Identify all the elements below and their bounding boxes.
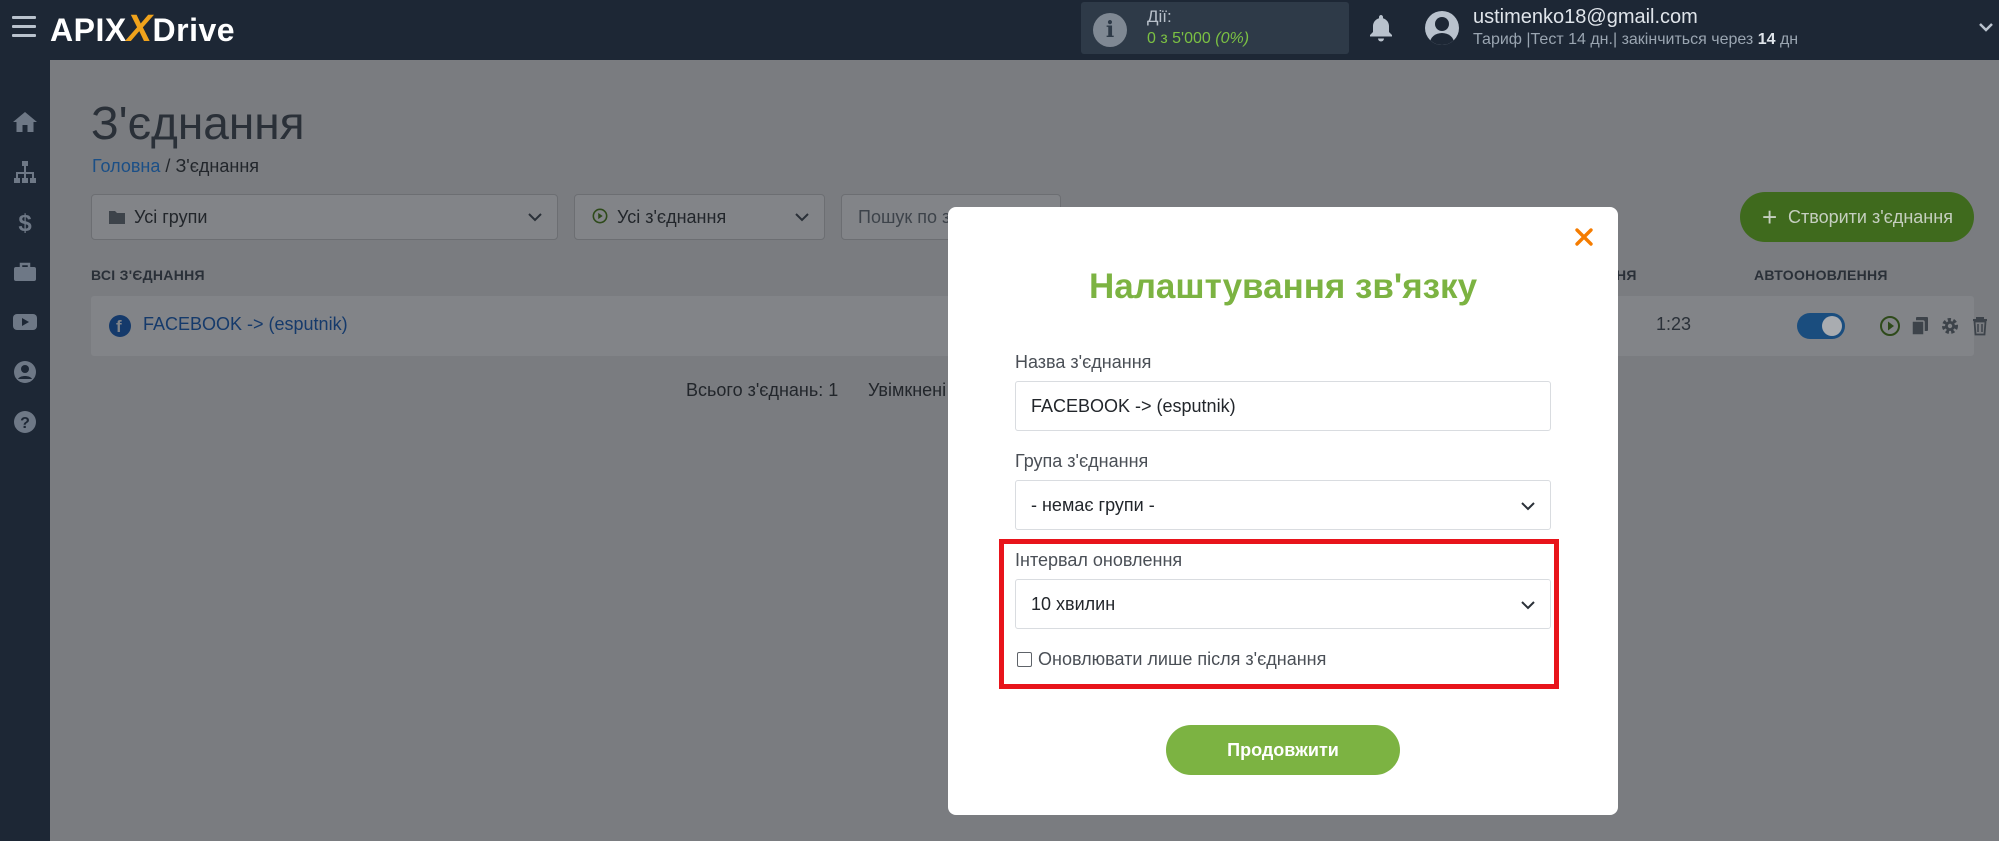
actions-value: 0 з 5'000 (0%) (1147, 30, 1249, 48)
connection-name-label: Назва з'єднання (1015, 352, 1152, 372)
gear-icon[interactable] (1939, 315, 1961, 337)
actions-count: 0 з 5'000 (1147, 30, 1211, 47)
user-plan: Тариф |Тест 14 дн.| закінчиться через 14… (1473, 31, 1798, 49)
column-header-all: ВСІ З'ЄДНАННЯ (91, 267, 205, 283)
actions-counter[interactable]: i Дії: 0 з 5'000 (0%) (1081, 2, 1349, 54)
chevron-down-icon[interactable] (1978, 18, 1994, 38)
breadcrumb-home-link[interactable]: Головна (92, 156, 160, 176)
search-placeholder: Пошук по з (858, 207, 951, 227)
logo-x: X (126, 8, 153, 50)
breadcrumb: Головна / З'єднання (92, 156, 259, 177)
user-email[interactable]: ustimenko18@gmail.com (1473, 6, 1698, 29)
chevron-down-icon (1521, 502, 1535, 511)
home-icon[interactable] (12, 109, 38, 135)
groups-filter-value: Усі групи (134, 207, 208, 227)
briefcase-icon[interactable] (12, 259, 38, 285)
create-connection-label: Створити з'єднання (1788, 207, 1953, 227)
logo[interactable]: APIXXDrive (50, 8, 235, 51)
column-header-autoupdate: АВТООНОВЛЕННЯ (1754, 267, 1888, 283)
dollar-icon[interactable]: $ (12, 209, 38, 235)
connection-settings-modal: Налаштування зв'язку Назва з'єднання Гру… (948, 207, 1618, 815)
plus-icon: + (1762, 202, 1778, 232)
connection-name-input[interactable] (1015, 381, 1551, 431)
user-avatar-icon[interactable] (1425, 11, 1459, 45)
groups-filter-select[interactable]: Усі групи (91, 194, 558, 240)
connection-group-value: - немає групи - (1031, 495, 1155, 515)
bell-icon[interactable] (1368, 13, 1394, 43)
chevron-down-icon (1521, 601, 1535, 610)
connection-group-select[interactable]: - немає групи - (1015, 480, 1551, 530)
plan-suffix: дн (1779, 31, 1799, 48)
connections-filter-select[interactable]: Усі з'єднання (574, 194, 825, 240)
play-icon[interactable] (1879, 315, 1901, 337)
autoupdate-toggle[interactable] (1797, 313, 1845, 339)
play-circle-icon (592, 208, 608, 224)
close-icon[interactable] (1574, 227, 1594, 247)
connection-update-time: 1:23 (1656, 314, 1692, 334)
youtube-icon[interactable] (12, 309, 38, 335)
connections-filter-value: Усі з'єднання (617, 207, 727, 227)
connection-group-label: Група з'єднання (1015, 451, 1149, 471)
copy-icon[interactable] (1909, 315, 1931, 337)
svg-text:$: $ (18, 210, 32, 235)
user-circle-icon[interactable] (12, 359, 38, 385)
breadcrumb-current: З'єднання (175, 156, 260, 176)
update-after-connection-checkbox[interactable] (1017, 652, 1032, 667)
logo-text-left: APIX (50, 12, 127, 48)
folder-icon (109, 211, 125, 224)
facebook-icon (109, 315, 131, 337)
trash-icon[interactable] (1969, 315, 1991, 337)
top-bar: APIXXDrive i Дії: 0 з 5'000 (0%) ustimen… (0, 0, 1999, 60)
menu-icon[interactable] (12, 16, 36, 38)
modal-title: Налаштування зв'язку (1088, 267, 1478, 306)
chevron-down-icon (528, 213, 542, 222)
info-icon: i (1093, 13, 1127, 47)
chevron-down-icon (795, 213, 809, 222)
create-connection-button[interactable]: + Створити з'єднання (1740, 192, 1974, 242)
continue-button[interactable]: Продовжити (1166, 725, 1400, 775)
column-header-update: НЯ (1616, 267, 1637, 283)
breadcrumb-separator: / (165, 156, 171, 176)
total-connections: Всього з'єднань: 1 (686, 380, 839, 400)
sitemap-icon[interactable] (12, 159, 38, 185)
enabled-connections: Увімкнені з (868, 380, 960, 400)
sidebar: $ ? (0, 60, 50, 841)
logo-text-right: Drive (152, 12, 236, 48)
update-interval-select[interactable]: 10 хвилин (1015, 579, 1551, 629)
page-title: З'єднання (91, 97, 305, 149)
svg-text:?: ? (20, 415, 30, 432)
actions-percent: (0%) (1215, 30, 1250, 47)
update-after-connection-label[interactable]: Оновлювати лише після з'єднання (1038, 649, 1326, 670)
update-interval-label: Інтервал оновлення (1015, 550, 1183, 570)
plan-prefix: Тариф |Тест 14 дн.| закінчиться через (1473, 31, 1754, 48)
help-icon[interactable]: ? (12, 409, 38, 435)
connection-name-link[interactable]: FACEBOOK -> (esputnik) (143, 314, 348, 335)
actions-label: Дії: (1147, 7, 1172, 26)
plan-days: 14 (1757, 31, 1776, 48)
update-interval-value: 10 хвилин (1031, 594, 1116, 614)
